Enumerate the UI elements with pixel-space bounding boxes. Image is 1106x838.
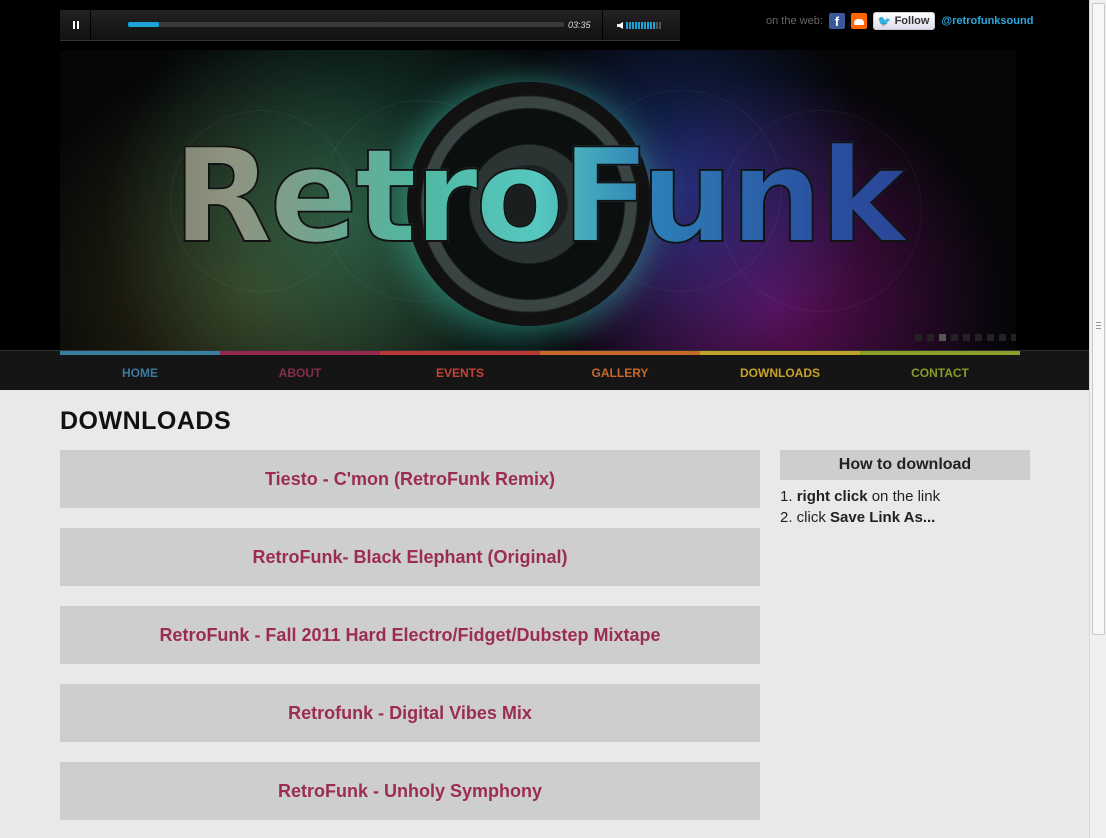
nav-label: GALLERY — [591, 366, 649, 380]
slide-dot[interactable] — [987, 334, 994, 341]
scrollbar-grip — [1096, 325, 1101, 326]
twitter-bird-icon: 🐦 — [877, 15, 892, 28]
how-to-steps: 1. right click on the link 2. click Save… — [780, 486, 1030, 528]
step-2-bold: Save Link As... — [830, 509, 936, 526]
download-link[interactable]: RetroFunk - Unholy Symphony — [60, 762, 760, 820]
how-to-download-box: How to download 1. right click on the li… — [780, 450, 1030, 528]
scrollbar-grip — [1096, 322, 1101, 323]
soundcloud-icon[interactable] — [850, 13, 867, 29]
slide-dot[interactable] — [963, 334, 970, 341]
follow-label: Follow — [894, 15, 930, 27]
nav-stripe — [220, 351, 380, 355]
nav-item-about[interactable]: ABOUT — [220, 351, 380, 390]
nav-label: CONTACT — [911, 366, 969, 380]
nav-item-contact[interactable]: CONTACT — [860, 351, 1020, 390]
step-1: 1. right click on the link — [780, 486, 1030, 507]
volume-bar — [659, 22, 661, 29]
scrollbar-grip — [1096, 328, 1101, 329]
volume-bar — [656, 22, 658, 29]
how-to-title: How to download — [780, 450, 1030, 480]
site-logo[interactable]: RetroFunk — [60, 119, 1016, 273]
nav-stripe — [540, 351, 700, 355]
download-link[interactable]: RetroFunk - Fall 2011 Hard Electro/Fidge… — [60, 606, 760, 664]
nav-label: EVENTS — [435, 366, 484, 380]
nav-stripe — [60, 351, 220, 355]
twitter-follow-button[interactable]: 🐦 Follow — [872, 12, 936, 30]
pause-button[interactable] — [60, 10, 91, 40]
nav-item-gallery[interactable]: GALLERY — [540, 351, 700, 390]
slide-dot[interactable] — [939, 334, 946, 341]
step-1-bold: right click — [796, 488, 868, 505]
volume-bar — [632, 22, 634, 29]
download-link[interactable]: Tiesto - C'mon (RetroFunk Remix) — [60, 450, 760, 508]
volume-bar — [626, 22, 628, 29]
download-link[interactable]: RetroFunk- Black Elephant (Original) — [60, 528, 760, 586]
step-2-prefix: 2. click — [780, 509, 831, 526]
slide-dot[interactable] — [999, 334, 1006, 341]
nav-stripe — [860, 351, 1020, 355]
slide-dot[interactable] — [927, 334, 934, 341]
volume-bar — [635, 22, 637, 29]
nav-label: DOWNLOADS — [740, 366, 820, 380]
nav-item-home[interactable]: HOME — [60, 351, 220, 390]
hero-banner: RetroFunk — [60, 50, 1016, 350]
step-1-rest: on the link — [867, 488, 941, 505]
slide-dot[interactable] — [975, 334, 982, 341]
slide-dot[interactable] — [951, 334, 958, 341]
nav-item-events[interactable]: EVENTS — [380, 351, 540, 390]
step-2: 2. click Save Link As... — [780, 507, 1030, 528]
on-the-web-label: on the web: — [766, 15, 823, 27]
volume-slider[interactable] — [626, 22, 661, 29]
download-link[interactable]: Retrofunk - Digital Vibes Mix — [60, 684, 760, 742]
social-links: on the web: f 🐦 Follow @retrofunksound — [766, 12, 1033, 30]
elapsed-time: 03:35 — [568, 20, 591, 30]
volume-bar — [647, 22, 649, 29]
nav-stripe — [380, 351, 540, 355]
volume-bar — [641, 22, 643, 29]
audio-player: 03:35 — [60, 10, 680, 41]
slide-dot[interactable] — [915, 334, 922, 341]
pause-icon — [73, 21, 75, 29]
volume-bar — [644, 22, 646, 29]
pause-icon-bar — [77, 21, 79, 29]
slide-indicators — [915, 334, 1016, 341]
main-nav: HOME ABOUT EVENTS GALLERY DOWNLOADS CONTACT — [0, 350, 1090, 390]
volume-bar — [650, 22, 652, 29]
volume-bar — [638, 22, 640, 29]
progress-track[interactable] — [128, 22, 564, 27]
page-title: DOWNLOADS — [60, 407, 232, 435]
slide-dot[interactable] — [1011, 334, 1016, 341]
header-area: 03:35 on the web: f 🐦 Follow @retrofunks… — [0, 0, 1090, 350]
twitter-handle-link[interactable]: @retrofunksound — [941, 15, 1033, 27]
scrollbar-thumb[interactable] — [1092, 3, 1105, 635]
facebook-icon[interactable]: f — [828, 13, 845, 29]
main-content: DOWNLOADS Tiesto - C'mon (RetroFunk Remi… — [60, 389, 1090, 838]
nav-label: ABOUT — [278, 366, 322, 380]
volume-bar — [629, 22, 631, 29]
nav-item-downloads[interactable]: DOWNLOADS — [700, 351, 860, 390]
step-1-number: 1. — [780, 488, 797, 505]
divider — [602, 10, 603, 40]
progress-fill — [128, 22, 159, 27]
volume-bar — [653, 22, 655, 29]
vertical-scrollbar[interactable] — [1089, 0, 1106, 838]
volume-icon[interactable] — [617, 22, 623, 29]
nav-label: HOME — [122, 366, 158, 380]
nav-stripe — [700, 351, 860, 355]
